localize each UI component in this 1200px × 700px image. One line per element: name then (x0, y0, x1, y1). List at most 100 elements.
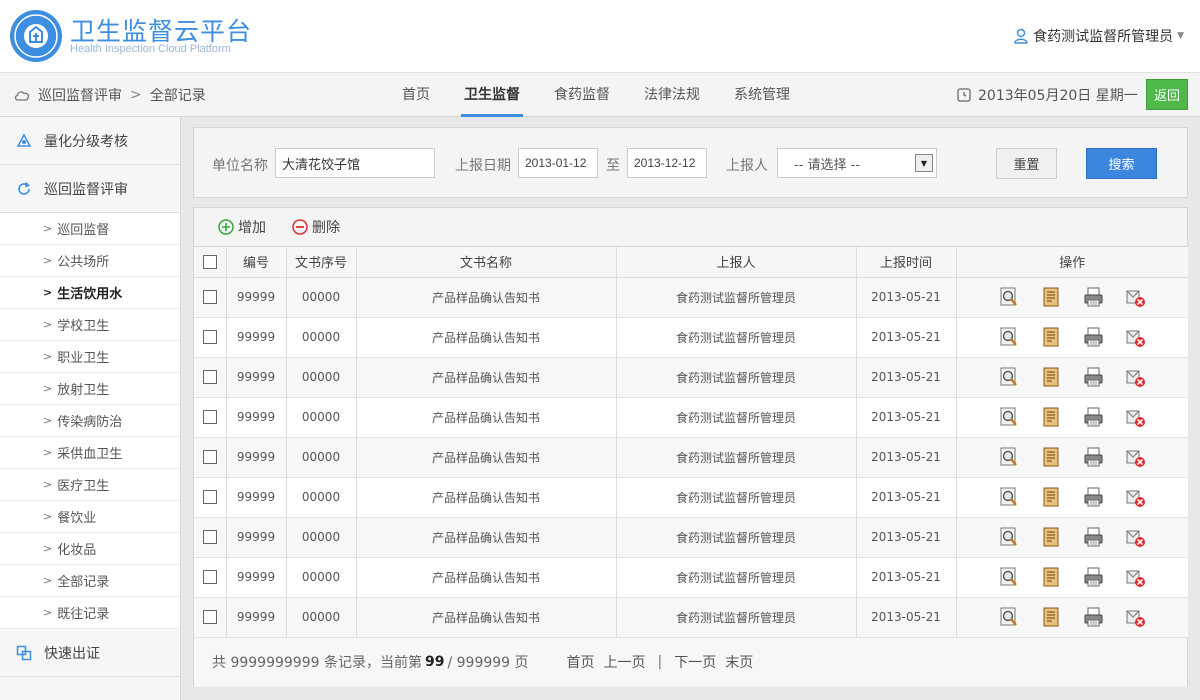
row-checkbox[interactable] (202, 450, 217, 465)
table-row[interactable]: 99999 00000 产品样品确认告知书 食药测试监督所管理员 2013-05-21 (194, 357, 1188, 398)
delete-record-icon[interactable] (1125, 407, 1146, 428)
sidebar-group-patrol-review[interactable]: 巡回监督评审 (0, 165, 180, 213)
back-button[interactable]: 返回 (1146, 79, 1188, 110)
sidebar-item-school-health[interactable]: > 学校卫生 (0, 309, 180, 341)
view-icon[interactable] (999, 567, 1020, 588)
table-toolbar: 增加 删除 (194, 208, 1187, 247)
print-icon[interactable] (1083, 447, 1104, 468)
print-icon[interactable] (1083, 527, 1104, 548)
breadcrumb-item[interactable]: 巡回监督评审 (38, 85, 122, 105)
row-checkbox[interactable] (202, 610, 217, 625)
table-row[interactable]: 99999 00000 产品样品确认告知书 食药测试监督所管理员 2013-05-21 (194, 277, 1188, 318)
delete-record-icon[interactable] (1125, 327, 1146, 348)
date-to-input[interactable]: 2013-12-12 (627, 148, 707, 178)
add-button[interactable]: 增加 (218, 217, 266, 237)
unit-name-input[interactable]: 大清花饺子馆 (275, 148, 435, 178)
column-header-id[interactable]: 编号 (226, 247, 287, 278)
nav-health-supervision[interactable]: 卫生监督 (447, 73, 537, 117)
nav-system[interactable]: 系统管理 (717, 73, 807, 117)
edit-document-icon[interactable] (1041, 567, 1062, 588)
table-row[interactable]: 99999 00000 产品样品确认告知书 食药测试监督所管理员 2013-05-21 (194, 317, 1188, 358)
sidebar-item-occupational-health[interactable]: > 职业卫生 (0, 341, 180, 373)
edit-document-icon[interactable] (1041, 447, 1062, 468)
sidebar-item-patrol[interactable]: > 巡回监督 (0, 213, 180, 245)
view-icon[interactable] (999, 447, 1020, 468)
view-icon[interactable] (999, 367, 1020, 388)
delete-button[interactable]: 删除 (292, 217, 340, 237)
view-icon[interactable] (999, 607, 1020, 628)
sidebar-group-quantified-grading[interactable]: 量化分级考核 (0, 117, 180, 165)
table-row[interactable]: 99999 00000 产品样品确认告知书 食药测试监督所管理员 2013-05-21 (194, 597, 1188, 638)
table-row[interactable]: 99999 00000 产品样品确认告知书 食药测试监督所管理员 2013-05-21 (194, 437, 1188, 478)
edit-document-icon[interactable] (1041, 487, 1062, 508)
table-row[interactable]: 99999 00000 产品样品确认告知书 食药测试监督所管理员 2013-05-21 (194, 477, 1188, 518)
view-icon[interactable] (999, 287, 1020, 308)
reset-button[interactable]: 重置 (996, 148, 1057, 179)
nav-food-drug[interactable]: 食药监督 (537, 73, 627, 117)
sidebar-item-catering[interactable]: > 餐饮业 (0, 501, 180, 533)
delete-record-icon[interactable] (1125, 607, 1146, 628)
column-header-doc-name[interactable]: 文书名称 (356, 247, 617, 278)
row-checkbox[interactable] (202, 530, 217, 545)
table-row[interactable]: 99999 00000 产品样品确认告知书 食药测试监督所管理员 2013-05-21 (194, 557, 1188, 598)
sidebar-group-quick-certificate[interactable]: 快速出证 (0, 629, 180, 677)
date-from-input[interactable]: 2013-01-12 (518, 148, 598, 178)
reporter-select[interactable]: -- 请选择 -- ▼ (777, 148, 937, 178)
search-button[interactable]: 搜索 (1086, 148, 1157, 179)
column-header-reporter[interactable]: 上报人 (616, 247, 857, 278)
sidebar-item-all-records[interactable]: > 全部记录 (0, 565, 180, 597)
delete-record-icon[interactable] (1125, 447, 1146, 468)
edit-document-icon[interactable] (1041, 287, 1062, 308)
view-icon[interactable] (999, 487, 1020, 508)
edit-document-icon[interactable] (1041, 407, 1062, 428)
pager-last[interactable]: 末页 (725, 652, 753, 672)
print-icon[interactable] (1083, 407, 1104, 428)
nav-laws[interactable]: 法律法规 (627, 73, 717, 117)
row-checkbox[interactable] (202, 290, 217, 305)
print-icon[interactable] (1083, 487, 1104, 508)
view-icon[interactable] (999, 527, 1020, 548)
print-icon[interactable] (1083, 367, 1104, 388)
print-icon[interactable] (1083, 607, 1104, 628)
add-label: 增加 (238, 220, 266, 236)
table-row[interactable]: 99999 00000 产品样品确认告知书 食药测试监督所管理员 2013-05-21 (194, 517, 1188, 558)
pager-prev[interactable]: 上一页 (604, 652, 646, 672)
sidebar-item-medical-health[interactable]: > 医疗卫生 (0, 469, 180, 501)
sidebar-item-blood-supply[interactable]: > 采供血卫生 (0, 437, 180, 469)
edit-document-icon[interactable] (1041, 527, 1062, 548)
row-checkbox[interactable] (202, 410, 217, 425)
sidebar-item-public-places[interactable]: > 公共场所 (0, 245, 180, 277)
print-icon[interactable] (1083, 327, 1104, 348)
edit-document-icon[interactable] (1041, 327, 1062, 348)
delete-record-icon[interactable] (1125, 527, 1146, 548)
sidebar-item-past-records[interactable]: > 既往记录 (0, 597, 180, 629)
delete-record-icon[interactable] (1125, 487, 1146, 508)
delete-record-icon[interactable] (1125, 567, 1146, 588)
delete-record-icon[interactable] (1125, 367, 1146, 388)
cell-reporter: 食药测试监督所管理员 (616, 397, 857, 438)
edit-document-icon[interactable] (1041, 607, 1062, 628)
select-all-checkbox[interactable] (202, 254, 217, 269)
pager-first[interactable]: 首页 (567, 652, 595, 672)
pager-next[interactable]: 下一页 (674, 652, 716, 672)
row-checkbox[interactable] (202, 490, 217, 505)
print-icon[interactable] (1083, 287, 1104, 308)
delete-record-icon[interactable] (1125, 287, 1146, 308)
nav-home[interactable]: 首页 (385, 73, 447, 117)
sidebar-item-infectious-disease[interactable]: > 传染病防治 (0, 405, 180, 437)
dropdown-arrow-icon[interactable]: ▼ (915, 154, 933, 172)
row-checkbox[interactable] (202, 370, 217, 385)
sidebar-item-drinking-water[interactable]: > 生活饮用水 (0, 277, 180, 309)
column-header-seq[interactable]: 文书序号 (286, 247, 357, 278)
sidebar-item-cosmetics[interactable]: > 化妆品 (0, 533, 180, 565)
row-checkbox[interactable] (202, 570, 217, 585)
print-icon[interactable] (1083, 567, 1104, 588)
view-icon[interactable] (999, 407, 1020, 428)
sidebar-item-radiation-health[interactable]: > 放射卫生 (0, 373, 180, 405)
edit-document-icon[interactable] (1041, 367, 1062, 388)
column-header-report-time[interactable]: 上报时间 (856, 247, 957, 278)
view-icon[interactable] (999, 327, 1020, 348)
user-menu[interactable]: 食药测试监督所管理员 ▼ (1013, 26, 1184, 46)
row-checkbox[interactable] (202, 330, 217, 345)
table-row[interactable]: 99999 00000 产品样品确认告知书 食药测试监督所管理员 2013-05-21 (194, 397, 1188, 438)
